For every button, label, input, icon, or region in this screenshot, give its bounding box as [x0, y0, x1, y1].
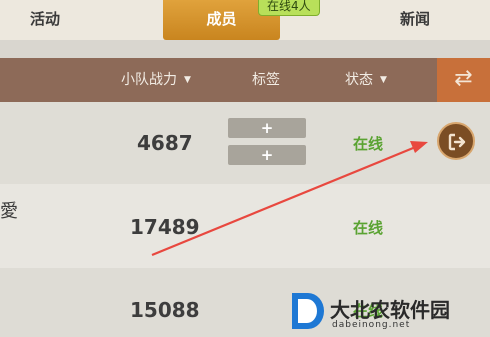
watermark-logo-icon [292, 293, 324, 329]
annotation-arrow-icon [151, 141, 428, 257]
watermark-subtext: dabeinong.net [332, 320, 411, 330]
watermark-text: 大北农软件园 [330, 298, 450, 322]
